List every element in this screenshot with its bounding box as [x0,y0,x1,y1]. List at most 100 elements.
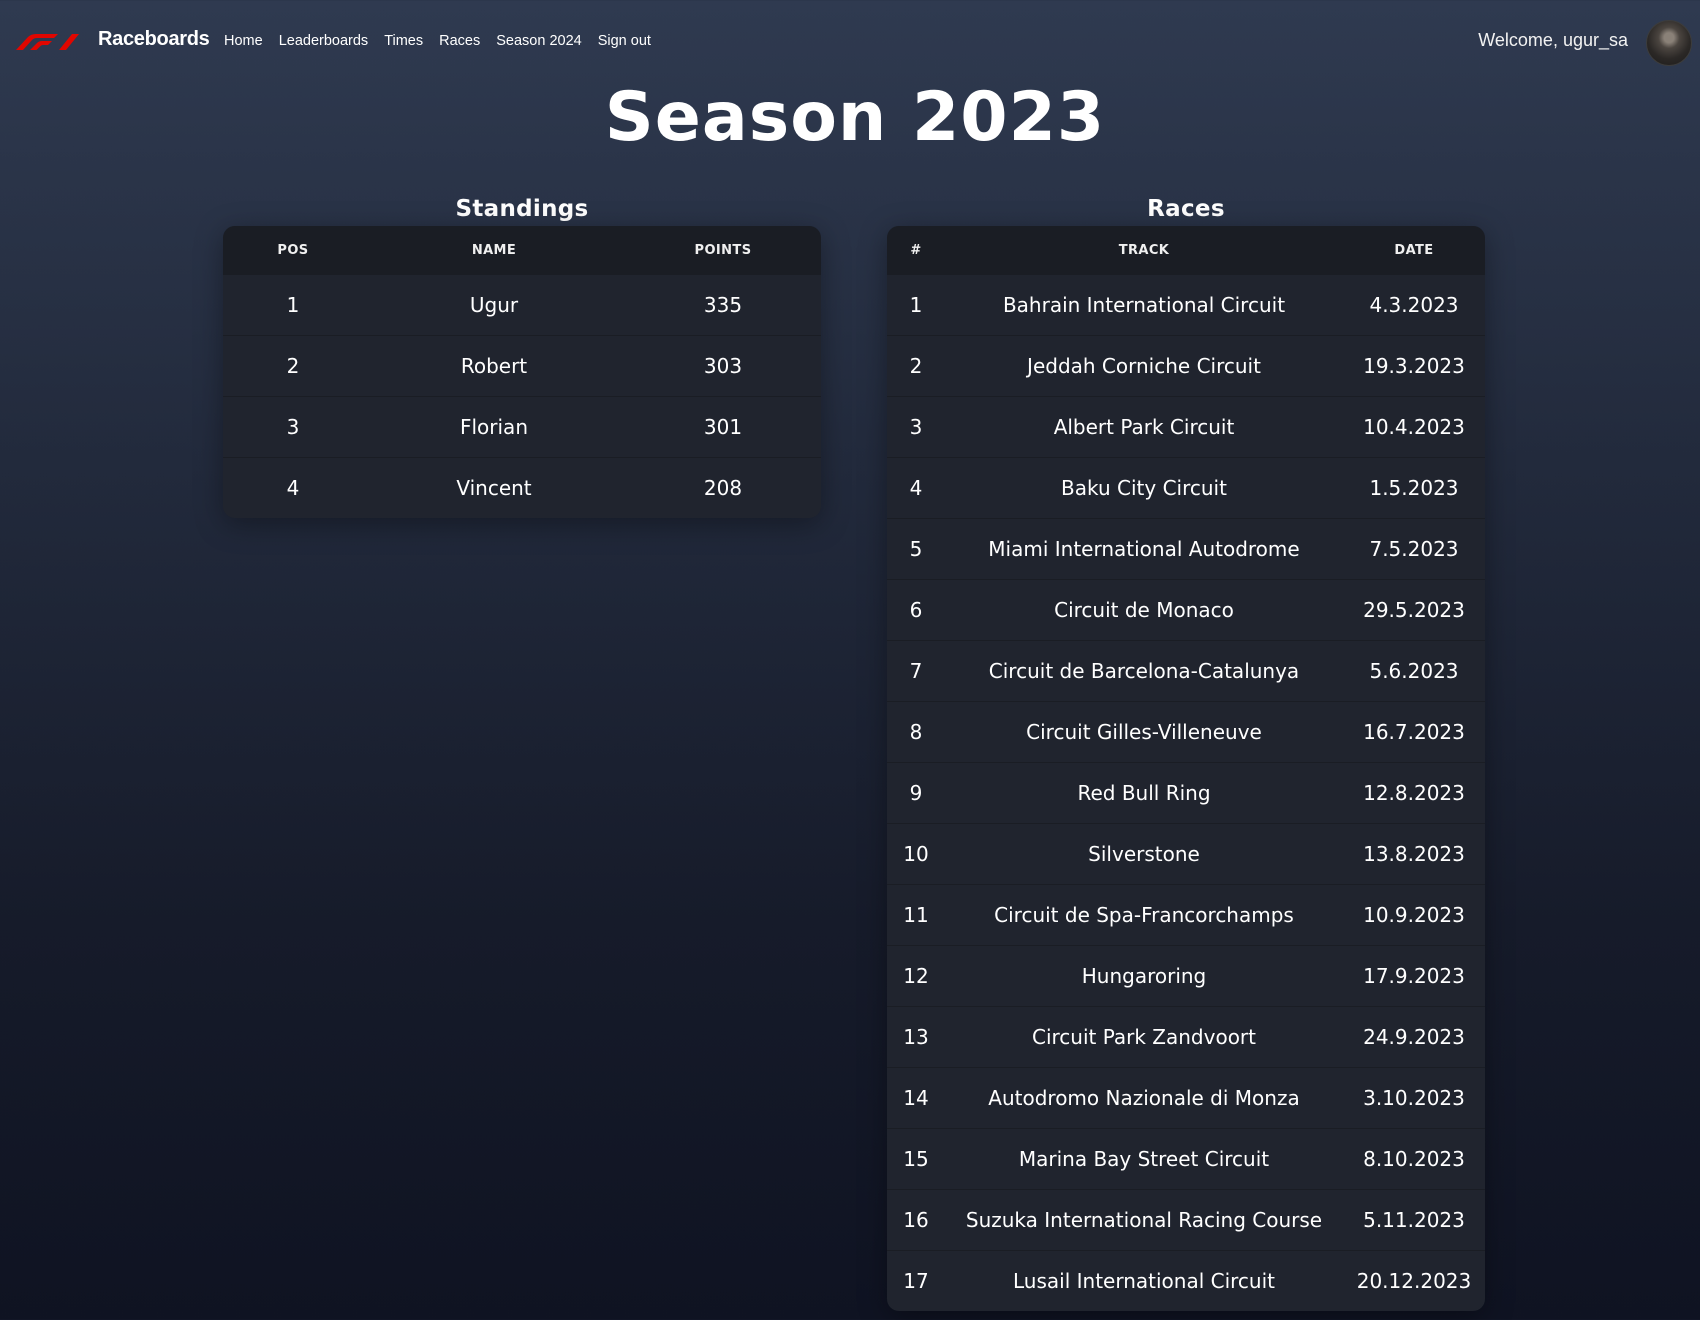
race-date: 19.3.2023 [1363,354,1465,378]
standing-points: 335 [703,293,743,317]
race-number: 14 [903,1086,929,1110]
page-title: Season 2023 [604,78,1106,157]
races-header-row: # TRACK DATE [887,226,1485,274]
standing-pos: 3 [286,415,300,439]
race-number: 9 [909,781,923,805]
race-number: 2 [909,354,923,378]
race-number: 11 [903,903,929,927]
f1-logo-icon[interactable] [14,32,80,52]
races-title: Races [1147,196,1225,222]
races-table: # TRACK DATE 1 Bahrain International Circ… [887,226,1485,1311]
race-track: Suzuka International Racing Course [965,1208,1323,1232]
race-date: 5.11.2023 [1363,1208,1465,1232]
header-pos[interactable]: POS [223,243,363,258]
table-row: 9 Red Bull Ring 12.8.2023 [887,762,1485,823]
header-track[interactable]: TRACK [945,243,1343,258]
nav-link-times[interactable]: Times [384,33,423,49]
navbar: Raceboards Home Leaderboards Times Races… [0,0,1700,84]
standings-table: POS NAME POINTS 1 Ugur 335 2 Robert 303 … [223,226,821,518]
race-number: 17 [903,1269,929,1293]
race-date: 10.4.2023 [1363,415,1465,439]
table-row: 10 Silverstone 13.8.2023 [887,823,1485,884]
race-date: 5.6.2023 [1369,659,1459,683]
standings-title: Standings [455,196,589,222]
table-row: 1 Ugur 335 [223,274,821,335]
table-row: 17 Lusail International Circuit 20.12.2023 [887,1250,1485,1311]
race-number: 8 [909,720,923,744]
race-number: 5 [909,537,923,561]
race-date: 10.9.2023 [1363,903,1465,927]
table-row: 2 Robert 303 [223,335,821,396]
nav-links: Home Leaderboards Times Races Season 202… [224,33,651,49]
nav-link-home[interactable]: Home [224,33,263,49]
race-date: 12.8.2023 [1363,781,1465,805]
race-track: Lusail International Circuit [1013,1269,1275,1293]
nav-link-leaderboards[interactable]: Leaderboards [279,33,369,49]
header-date[interactable]: DATE [1343,243,1485,258]
table-row: 1 Bahrain International Circuit 4.3.2023 [887,274,1485,335]
race-date: 24.9.2023 [1363,1025,1465,1049]
standing-name: Florian [459,415,528,439]
race-date: 20.12.2023 [1356,1269,1472,1293]
race-track: Baku City Circuit [1061,476,1227,500]
header-name[interactable]: NAME [363,243,625,258]
race-track: Circuit de Barcelona-Catalunya [988,659,1300,683]
race-date: 17.9.2023 [1363,964,1465,988]
table-row: 13 Circuit Park Zandvoort 24.9.2023 [887,1006,1485,1067]
race-track: Circuit Gilles-Villeneuve [1026,720,1262,744]
table-row: 16 Suzuka International Racing Course 5.11… [887,1189,1485,1250]
race-number: 6 [909,598,923,622]
standing-points: 303 [703,354,743,378]
standing-name: Robert [460,354,528,378]
race-date: 3.10.2023 [1363,1086,1465,1110]
nav-link-races[interactable]: Races [439,33,480,49]
race-number: 16 [903,1208,929,1232]
welcome-text: Welcome, ugur_sa [1478,30,1628,50]
race-date: 8.10.2023 [1363,1147,1465,1171]
race-track: Hungaroring [1081,964,1207,988]
race-track: Red Bull Ring [1077,781,1211,805]
race-number: 7 [909,659,923,683]
standings-header-row: POS NAME POINTS [223,226,821,274]
avatar[interactable] [1646,20,1692,66]
race-track: Marina Bay Street Circuit [1018,1147,1270,1171]
nav-link-season-2024[interactable]: Season 2024 [496,33,581,49]
race-date: 13.8.2023 [1363,842,1465,866]
table-row: 8 Circuit Gilles-Villeneuve 16.7.2023 [887,701,1485,762]
standing-pos: 2 [286,354,300,378]
race-track: Jeddah Corniche Circuit [1027,354,1261,378]
standing-points: 208 [703,476,743,500]
header-points[interactable]: POINTS [625,243,821,258]
table-row: 4 Baku City Circuit 1.5.2023 [887,457,1485,518]
standing-name: Ugur [469,293,519,317]
race-number: 10 [903,842,929,866]
table-row: 11 Circuit de Spa-Francorchamps 10.9.2023 [887,884,1485,945]
standing-pos: 1 [286,293,300,317]
race-track: Circuit Park Zandvoort [1031,1025,1256,1049]
race-number: 13 [903,1025,929,1049]
race-number: 3 [909,415,923,439]
race-track: Silverstone [1088,842,1200,866]
table-row: 5 Miami International Autodrome 7.5.2023 [887,518,1485,579]
table-row: 3 Albert Park Circuit 10.4.2023 [887,396,1485,457]
race-date: 16.7.2023 [1363,720,1465,744]
race-number: 15 [903,1147,929,1171]
header-number[interactable]: # [887,243,945,258]
brand-title[interactable]: Raceboards [98,28,210,51]
race-track: Bahrain International Circuit [1002,293,1286,317]
table-row: 4 Vincent 208 [223,457,821,518]
race-date: 4.3.2023 [1369,293,1459,317]
table-row: 12 Hungaroring 17.9.2023 [887,945,1485,1006]
table-row: 3 Florian 301 [223,396,821,457]
table-row: 6 Circuit de Monaco 29.5.2023 [887,579,1485,640]
standing-points: 301 [703,415,743,439]
race-number: 4 [909,476,923,500]
table-row: 7 Circuit de Barcelona-Catalunya 5.6.2023 [887,640,1485,701]
race-track: Albert Park Circuit [1053,415,1235,439]
race-date: 7.5.2023 [1369,537,1459,561]
nav-link-sign-out[interactable]: Sign out [598,33,651,49]
standing-pos: 4 [286,476,300,500]
race-track: Miami International Autodrome [988,537,1300,561]
standing-name: Vincent [456,476,532,500]
race-track: Circuit de Monaco [1054,598,1234,622]
